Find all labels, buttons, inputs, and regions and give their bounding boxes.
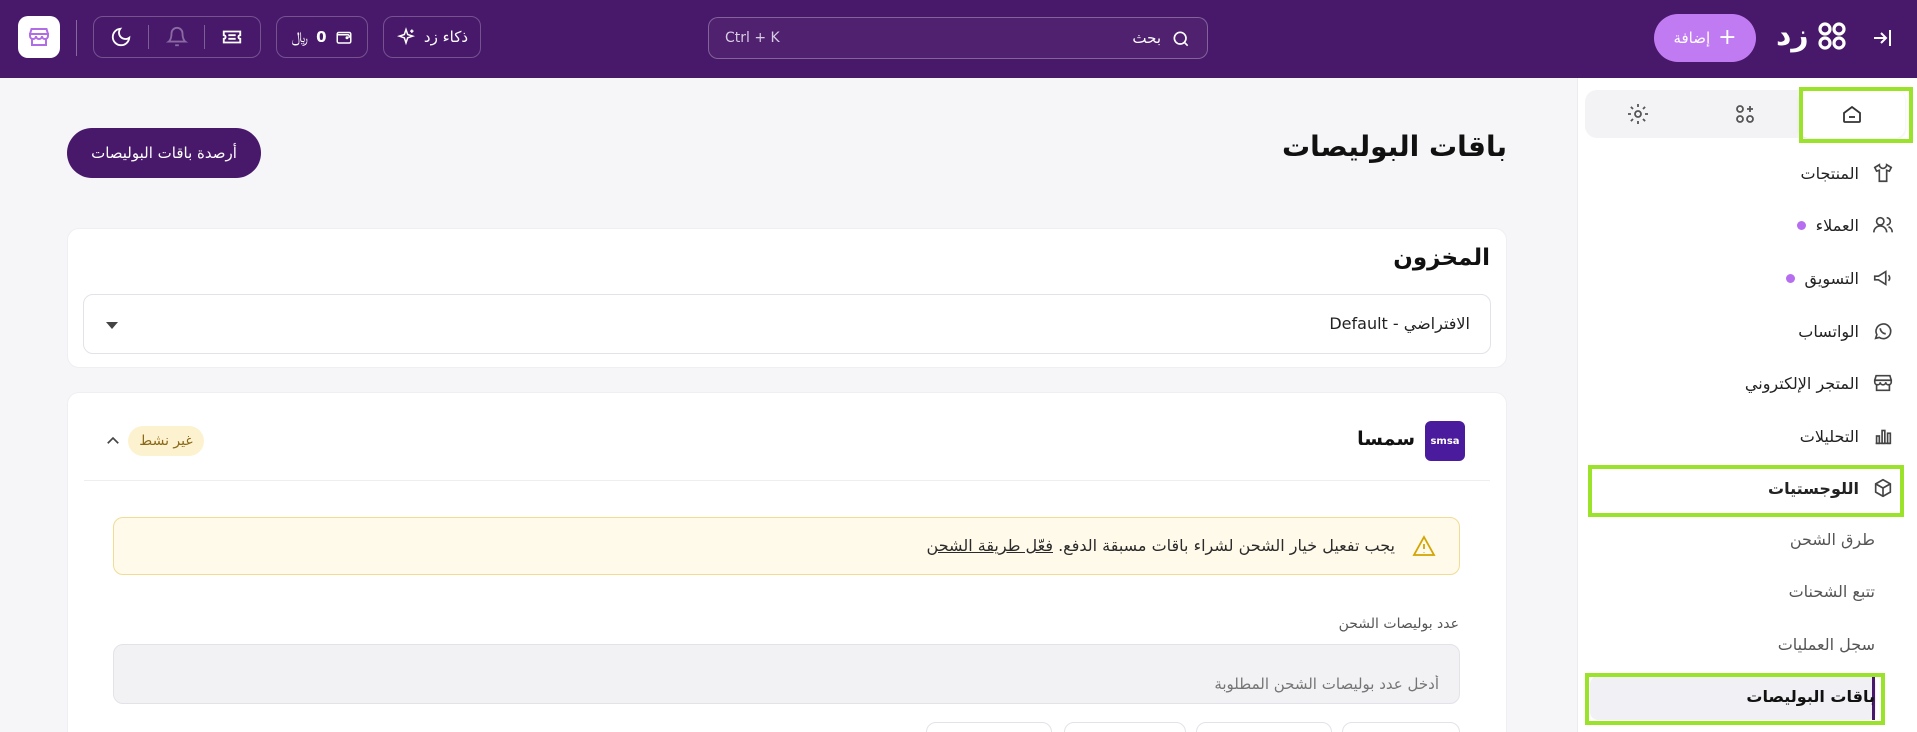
divider <box>76 20 77 56</box>
highlight-box <box>1799 87 1913 143</box>
notifications-button[interactable] <box>165 26 189 52</box>
dark-mode-toggle[interactable] <box>110 26 132 52</box>
add-button[interactable]: إضافة + <box>1654 14 1756 62</box>
riyal-icon: ﷼ <box>291 28 309 46</box>
brand-name: زد <box>1776 18 1809 53</box>
zid-logo[interactable]: زد <box>1776 18 1849 53</box>
sidebar-item-marketing[interactable]: التسويق <box>1597 258 1897 298</box>
search-icon <box>1173 31 1189 47</box>
store-icon <box>29 28 49 46</box>
search-bar[interactable]: Ctrl + K بحث <box>708 17 1208 59</box>
waybill-count-input[interactable] <box>113 644 1460 704</box>
megaphone-icon <box>1873 270 1891 286</box>
package-option[interactable] <box>1196 722 1332 732</box>
wallet-icon <box>336 31 352 44</box>
sidebar-item-label: العملاء <box>1815 215 1859 235</box>
collapse-arrow-icon <box>1874 30 1891 46</box>
sidebar-item-analytics[interactable]: التحليلات <box>1597 416 1897 456</box>
package-option[interactable] <box>926 722 1052 732</box>
chevron-up-icon <box>107 436 119 444</box>
sidebar-subitem-shipment-tracking[interactable]: تتبع الشحنات <box>1789 582 1875 601</box>
sidebar-subitem-shipping-methods[interactable]: طرق الشحن <box>1790 530 1875 549</box>
notification-dot <box>1785 273 1795 283</box>
search-label: بحث <box>1132 29 1161 47</box>
divider <box>204 25 205 49</box>
provider-header[interactable] <box>84 404 1490 481</box>
store-icon <box>1873 374 1893 392</box>
utility-button-group <box>93 16 261 58</box>
search-shortcut-hint: Ctrl + K <box>725 30 780 46</box>
package-option[interactable] <box>1342 722 1460 732</box>
tickets-button[interactable] <box>220 26 244 52</box>
sidebar-item-whatsapp[interactable]: الواتساب <box>1597 311 1897 351</box>
gear-icon <box>1628 104 1648 124</box>
activate-shipping-link[interactable]: فعّل طريقة الشحن <box>927 536 1053 555</box>
bell-icon <box>165 27 189 47</box>
sidebar-subitem-waybill-packages[interactable]: باقات البوليصات <box>1746 687 1875 706</box>
tab-settings[interactable] <box>1585 90 1691 138</box>
tab-apps[interactable] <box>1692 90 1798 138</box>
moon-icon <box>111 27 131 47</box>
ai-assistant-label: ذكاء زد <box>423 28 469 46</box>
notification-dot <box>1796 220 1806 230</box>
collapse-sidebar-button[interactable] <box>1870 26 1894 54</box>
logo-mark-icon <box>1818 21 1846 50</box>
plus-icon: + <box>1718 25 1737 50</box>
sidebar-item-label: المتجر الإلكتروني <box>1744 373 1859 393</box>
waybill-balances-button[interactable]: أرصدة باقات البوليصات <box>67 128 261 178</box>
warehouse-select[interactable]: Default - الافتراضي <box>83 294 1491 354</box>
ticket-icon <box>222 30 242 44</box>
store-switcher-button[interactable] <box>18 16 60 58</box>
warehouse-selected-value: Default - الافتراضي <box>1329 314 1470 333</box>
warehouse-title: المخزون <box>1393 245 1490 271</box>
provider-name: سمسا <box>1357 428 1415 450</box>
status-badge: غير نشط <box>128 426 204 456</box>
chart-icon <box>1875 429 1892 445</box>
wallet-button[interactable]: ﷼ 0 <box>276 16 368 58</box>
sidebar-item-label: المنتجات <box>1800 163 1860 183</box>
smsa-logo: smsa <box>1425 421 1465 461</box>
sidebar-item-customers[interactable]: العملاء <box>1597 205 1897 245</box>
warning-message: يجب تفعيل خيار الشحن لشراء باقات مسبقة ا… <box>1058 536 1395 555</box>
warning-alert: يجب تفعيل خيار الشحن لشراء باقات مسبقة ا… <box>113 517 1460 575</box>
sidebar-item-label: التسويق <box>1804 268 1859 288</box>
sidebar-item-label: التحليلات <box>1799 426 1859 446</box>
ai-assistant-button[interactable]: ذكاء زد <box>383 16 481 58</box>
users-icon <box>1873 216 1893 233</box>
highlight-box <box>1588 465 1904 517</box>
caret-down-icon <box>106 322 118 329</box>
shirt-icon <box>1873 163 1893 183</box>
wallet-balance: 0 <box>316 28 327 46</box>
divider <box>148 25 149 49</box>
page-title: باقات البوليصات <box>1281 130 1507 163</box>
provider-logo-text: smsa <box>1430 435 1460 447</box>
sparkle-icon <box>396 27 415 46</box>
package-option[interactable] <box>1064 722 1186 732</box>
waybill-count-label: عدد بوليصات الشحن <box>1338 616 1459 632</box>
apps-icon <box>1736 105 1754 123</box>
sidebar-item-label: الواتساب <box>1798 321 1859 341</box>
add-label: إضافة <box>1673 29 1711 47</box>
sidebar-item-online-store[interactable]: المتجر الإلكتروني <box>1597 363 1897 403</box>
sidebar-subitem-operations-log[interactable]: سجل العمليات <box>1778 635 1875 654</box>
collapse-toggle[interactable] <box>104 432 122 454</box>
sidebar-item-products[interactable]: المنتجات <box>1597 153 1897 193</box>
warning-icon <box>1412 535 1436 556</box>
whatsapp-icon <box>1874 323 1892 340</box>
